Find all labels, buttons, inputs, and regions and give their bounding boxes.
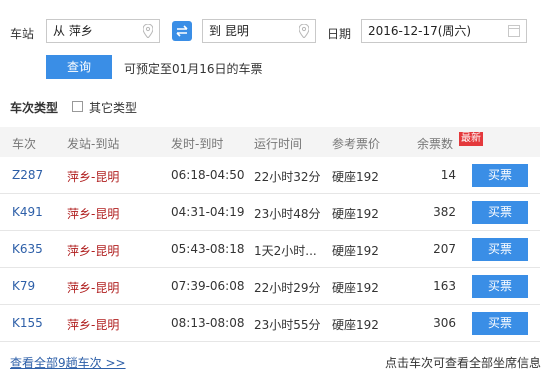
buy-ticket-button[interactable]: 买票 xyxy=(472,275,528,298)
header-duration: 运行时间 xyxy=(254,137,303,151)
price-cell: 硬座192 xyxy=(332,207,379,221)
remaining-cell: 306 xyxy=(433,316,456,330)
from-station-value: 从 萍乡 xyxy=(53,24,93,38)
table-row: K635 萍乡-昆明 05:43-08:18 1天2小时... 硬座192 20… xyxy=(0,231,540,268)
to-station-input[interactable]: 到 昆明 xyxy=(202,19,316,43)
train-number-link[interactable]: K491 xyxy=(12,205,43,219)
buy-ticket-button[interactable]: 买票 xyxy=(472,312,528,335)
price-cell: 硬座192 xyxy=(332,281,379,295)
date-label: 日期 xyxy=(327,27,352,41)
remaining-cell: 382 xyxy=(433,205,456,219)
location-pin-icon xyxy=(143,24,153,38)
header-time: 发时-到时 xyxy=(171,137,224,151)
route-cell: 萍乡-昆明 xyxy=(67,281,120,295)
route-cell: 萍乡-昆明 xyxy=(67,318,120,332)
price-cell: 硬座192 xyxy=(332,318,379,332)
to-station-value: 到 昆明 xyxy=(209,24,249,38)
header-remaining: 余票数 xyxy=(417,137,454,151)
table-row: Z287 萍乡-昆明 06:18-04:50 22小时32分 硬座192 14 … xyxy=(0,157,540,194)
header-price: 参考票价 xyxy=(332,137,381,151)
calendar-icon xyxy=(508,25,520,37)
remaining-cell: 14 xyxy=(440,168,456,182)
swap-stations-button[interactable] xyxy=(172,21,192,41)
station-label: 车站 xyxy=(10,27,35,41)
train-number-link[interactable]: K79 xyxy=(12,279,35,293)
train-number-link[interactable]: K635 xyxy=(12,242,43,256)
duration-cell: 1天2小时... xyxy=(254,244,317,258)
duration-cell: 22小时29分 xyxy=(254,281,321,295)
route-cell: 萍乡-昆明 xyxy=(67,170,120,184)
price-cell: 硬座192 xyxy=(332,170,379,184)
duration-cell: 23小时48分 xyxy=(254,207,321,221)
date-input[interactable]: 2016-12-17(周六) xyxy=(361,19,527,43)
remaining-cell: 207 xyxy=(433,242,456,256)
table-row: K491 萍乡-昆明 04:31-04:19 23小时48分 硬座192 382… xyxy=(0,194,540,231)
duration-cell: 23小时55分 xyxy=(254,318,321,332)
time-cell: 06:18-04:50 xyxy=(171,168,245,182)
location-pin-icon xyxy=(299,24,309,38)
buy-ticket-button[interactable]: 买票 xyxy=(472,201,528,224)
from-station-input[interactable]: 从 萍乡 xyxy=(46,19,160,43)
route-cell: 萍乡-昆明 xyxy=(67,207,120,221)
header-train: 车次 xyxy=(12,137,37,151)
presale-note: 可预定至01月16日的车票 xyxy=(124,62,263,76)
train-number-link[interactable]: K155 xyxy=(12,316,43,330)
remaining-cell: 163 xyxy=(433,279,456,293)
table-row: K79 萍乡-昆明 07:39-06:08 22小时29分 硬座192 163 … xyxy=(0,268,540,305)
buy-ticket-button[interactable]: 买票 xyxy=(472,238,528,261)
table-row: K155 萍乡-昆明 08:13-08:08 23小时55分 硬座192 306… xyxy=(0,305,540,342)
time-cell: 05:43-08:18 xyxy=(171,242,245,256)
seat-info-hint: 点击车次可查看全部坐席信息 xyxy=(384,356,541,370)
new-badge: 最新 xyxy=(459,132,483,146)
time-cell: 07:39-06:08 xyxy=(171,279,245,293)
view-all-trains-link[interactable]: 查看全部9趟车次 >> xyxy=(10,354,126,371)
query-button[interactable]: 查询 xyxy=(46,55,112,79)
other-type-label[interactable]: 其它类型 xyxy=(89,99,137,116)
price-cell: 硬座192 xyxy=(332,244,379,258)
buy-ticket-button[interactable]: 买票 xyxy=(472,164,528,187)
train-number-link[interactable]: Z287 xyxy=(12,168,43,182)
route-cell: 萍乡-昆明 xyxy=(67,244,120,258)
train-type-label: 车次类型 xyxy=(10,101,59,115)
swap-icon xyxy=(176,25,188,37)
time-cell: 04:31-04:19 xyxy=(171,205,245,219)
date-value: 2016-12-17(周六) xyxy=(368,24,472,38)
time-cell: 08:13-08:08 xyxy=(171,316,245,330)
other-type-checkbox[interactable] xyxy=(72,101,83,112)
duration-cell: 22小时32分 xyxy=(254,170,321,184)
header-route: 发站-到站 xyxy=(67,137,120,151)
